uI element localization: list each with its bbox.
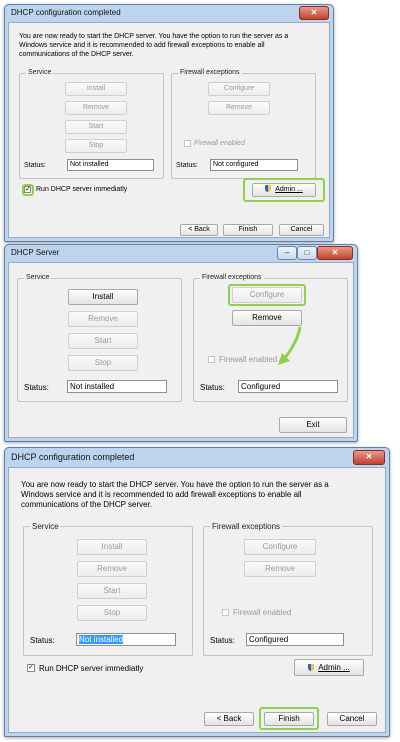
firewall-enabled-label: Firewall enabled bbox=[219, 355, 278, 364]
exit-button[interactable]: Exit bbox=[279, 417, 347, 433]
admin-button[interactable]: Admin ... bbox=[294, 659, 364, 676]
title-bar: DHCP configuration completed ✕ bbox=[5, 448, 389, 466]
title-bar: DHCP configuration completed ✕ bbox=[5, 5, 333, 21]
intro-text: You are now ready to start the DHCP serv… bbox=[19, 33, 289, 58]
firewall-enabled-checkbox[interactable] bbox=[222, 609, 229, 616]
firewall-enabled-checkbox[interactable] bbox=[184, 140, 191, 147]
firewall-enabled-label: Firewall enabled bbox=[194, 140, 245, 147]
service-group: Service Install Remove Start Stop Status… bbox=[19, 69, 164, 179]
firewall-group: Firewall exceptions Configure Remove Fir… bbox=[203, 522, 373, 656]
service-status-label: Status: bbox=[30, 636, 55, 645]
dialog-dhcp-server: DHCP Server – □ ✕ Service Install Remove… bbox=[4, 244, 358, 442]
firewall-status-label: Status: bbox=[200, 383, 225, 392]
run-immediately-checkbox[interactable]: ✓ bbox=[27, 664, 35, 672]
intro-text: You are now ready to start the DHCP serv… bbox=[21, 480, 329, 509]
check-icon: ✓ bbox=[28, 664, 34, 671]
firewall-status-label: Status: bbox=[210, 636, 235, 645]
back-button[interactable]: < Back bbox=[180, 224, 218, 236]
stop-button[interactable]: Stop bbox=[77, 605, 147, 621]
service-status-field: Not installed bbox=[67, 380, 167, 393]
firewall-group: Firewall exceptions Configure Remove Fir… bbox=[171, 69, 316, 179]
run-immediately-label: Run DHCP server immediatly bbox=[39, 664, 144, 673]
stop-button[interactable]: Stop bbox=[68, 355, 138, 371]
check-icon: ✓ bbox=[25, 186, 31, 193]
start-button[interactable]: Start bbox=[77, 583, 147, 599]
dialog-dhcp-configuration-completed-1: DHCP configuration completed ✕ You are n… bbox=[4, 4, 334, 242]
service-group: Service Install Remove Start Stop Status… bbox=[23, 522, 193, 656]
service-status-field: Not installed bbox=[76, 633, 176, 646]
remove-service-button[interactable]: Remove bbox=[65, 101, 127, 115]
service-status-label: Status: bbox=[24, 383, 49, 392]
minimize-icon[interactable]: – bbox=[277, 246, 297, 260]
install-button[interactable]: Install bbox=[65, 82, 127, 96]
stop-button[interactable]: Stop bbox=[65, 139, 127, 153]
configure-button[interactable]: Configure bbox=[244, 539, 316, 555]
firewall-group: Firewall exceptions Configure Remove Fir… bbox=[193, 274, 348, 402]
dialog-client-area: You are now ready to start the DHCP serv… bbox=[8, 22, 330, 238]
finish-button[interactable]: Finish bbox=[223, 224, 273, 236]
window-title: DHCP Server bbox=[11, 248, 60, 257]
window-title: DHCP configuration completed bbox=[11, 452, 135, 462]
start-button[interactable]: Start bbox=[65, 120, 127, 134]
close-icon[interactable]: ✕ bbox=[299, 6, 329, 20]
run-immediately-checkbox[interactable]: ✓ bbox=[24, 186, 31, 193]
firewall-group-label: Firewall exceptions bbox=[200, 274, 264, 281]
remove-service-button[interactable]: Remove bbox=[77, 561, 147, 577]
install-button[interactable]: Install bbox=[68, 289, 138, 305]
cancel-button[interactable]: Cancel bbox=[279, 224, 324, 236]
run-immediately-label: Run DHCP server immediatly bbox=[36, 186, 128, 193]
maximize-icon[interactable]: □ bbox=[297, 246, 317, 260]
dialog-dhcp-configuration-completed-2: DHCP configuration completed ✕ You are n… bbox=[4, 447, 390, 737]
service-status-value: Not installed bbox=[79, 635, 124, 644]
remove-firewall-button[interactable]: Remove bbox=[244, 561, 316, 577]
configure-button[interactable]: Configure bbox=[232, 287, 302, 303]
close-icon[interactable]: ✕ bbox=[353, 450, 385, 465]
firewall-group-label: Firewall exceptions bbox=[210, 522, 283, 531]
close-icon[interactable]: ✕ bbox=[317, 246, 353, 260]
service-group-label: Service bbox=[26, 69, 54, 76]
admin-button[interactable]: Admin ... bbox=[252, 183, 316, 197]
service-status-label: Status: bbox=[24, 162, 46, 169]
back-button[interactable]: < Back bbox=[204, 712, 254, 726]
firewall-status-field: Configured bbox=[238, 380, 338, 393]
service-group-label: Service bbox=[30, 522, 61, 531]
admin-button-label: Admin ... bbox=[275, 186, 303, 193]
admin-button-label: Admin ... bbox=[318, 663, 350, 672]
shield-icon bbox=[308, 664, 315, 671]
dialog-client-area: Service Install Remove Start Stop Status… bbox=[8, 262, 354, 438]
cancel-button[interactable]: Cancel bbox=[327, 712, 377, 726]
window-title: DHCP configuration completed bbox=[11, 8, 121, 17]
arrow-icon bbox=[278, 326, 302, 365]
firewall-enabled-checkbox[interactable] bbox=[208, 356, 215, 363]
remove-service-button[interactable]: Remove bbox=[68, 311, 138, 327]
firewall-status-field: Configured bbox=[246, 633, 344, 646]
remove-firewall-button[interactable]: Remove bbox=[232, 310, 302, 326]
start-button[interactable]: Start bbox=[68, 333, 138, 349]
firewall-status-label: Status: bbox=[176, 162, 198, 169]
install-button[interactable]: Install bbox=[77, 539, 147, 555]
service-group-label: Service bbox=[24, 274, 52, 281]
dialog-client-area: You are now ready to start the DHCP serv… bbox=[8, 467, 386, 733]
firewall-status-field: Not configured bbox=[210, 159, 298, 171]
service-group: Service Install Remove Start Stop Status… bbox=[17, 274, 182, 402]
remove-firewall-button[interactable]: Remove bbox=[208, 101, 270, 115]
firewall-group-label: Firewall exceptions bbox=[178, 69, 242, 76]
configure-button[interactable]: Configure bbox=[208, 82, 270, 96]
title-bar: DHCP Server – □ ✕ bbox=[5, 245, 357, 261]
service-status-field: Not installed bbox=[67, 159, 154, 171]
firewall-enabled-label: Firewall enabled bbox=[233, 608, 292, 617]
shield-icon bbox=[265, 185, 272, 192]
finish-button[interactable]: Finish bbox=[264, 712, 314, 726]
